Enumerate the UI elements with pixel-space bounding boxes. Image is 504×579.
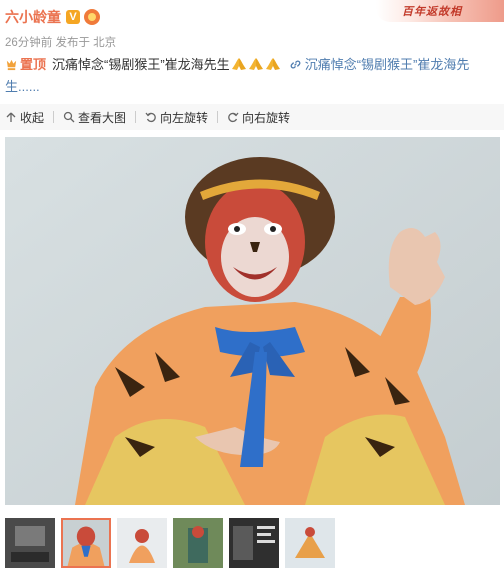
verified-v-icon[interactable]: V bbox=[66, 10, 80, 24]
thumbnail[interactable] bbox=[173, 518, 223, 568]
view-large-label: 查看大图 bbox=[78, 110, 127, 125]
medal-icon[interactable] bbox=[84, 9, 100, 25]
praying-hands-icon bbox=[248, 58, 263, 70]
rotate-right-icon bbox=[228, 112, 239, 123]
pinned-label: 置顶 bbox=[20, 57, 47, 72]
collapse-button[interactable]: 收起 bbox=[0, 109, 49, 126]
pin-top-icon bbox=[6, 59, 17, 71]
thumbnail[interactable] bbox=[5, 518, 55, 568]
promo-banner[interactable]: 百年返故相 bbox=[376, 0, 504, 22]
thumbnail[interactable] bbox=[229, 518, 279, 568]
post-header: 六小龄童 V bbox=[5, 6, 100, 28]
rotate-left-label: 向左旋转 bbox=[160, 110, 209, 125]
image-toolbar: 收起 查看大图 向左旋转 向右旋转 bbox=[0, 104, 504, 130]
thumbnail[interactable] bbox=[117, 518, 167, 568]
view-large-button[interactable]: 查看大图 bbox=[58, 109, 131, 126]
divider bbox=[135, 111, 137, 123]
rotate-right-button[interactable]: 向右旋转 bbox=[222, 109, 295, 126]
monkey-king-performer-image bbox=[5, 137, 500, 505]
praying-hands-icon bbox=[231, 58, 246, 70]
arrow-up-icon bbox=[6, 112, 16, 122]
post-meta: 26分钟前 发布于 北京 bbox=[5, 37, 117, 49]
main-photo[interactable] bbox=[5, 137, 500, 505]
collapse-label: 收起 bbox=[20, 110, 45, 125]
divider bbox=[53, 111, 55, 123]
banner-text: 百年返故相 bbox=[402, 6, 462, 18]
thumbnail-active[interactable] bbox=[61, 518, 111, 568]
thumbnail-strip bbox=[5, 518, 335, 570]
post-text: 置顶 沉痛悼念“锡剧猴王”崔龙海先生 沉痛悼念“锡剧猴王”崔龙海先生...... bbox=[5, 54, 500, 98]
rotate-right-label: 向右旋转 bbox=[242, 110, 291, 125]
post-body-text: 沉痛悼念“锡剧猴王”崔龙海先生 bbox=[52, 57, 230, 72]
username-link[interactable]: 六小龄童 bbox=[5, 7, 61, 27]
thumbnail[interactable] bbox=[285, 518, 335, 568]
rotate-left-icon bbox=[145, 112, 156, 123]
search-icon bbox=[63, 111, 75, 123]
rotate-left-button[interactable]: 向左旋转 bbox=[140, 109, 213, 126]
praying-hands-icon bbox=[265, 58, 280, 70]
divider bbox=[217, 111, 219, 123]
link-icon bbox=[290, 60, 301, 69]
